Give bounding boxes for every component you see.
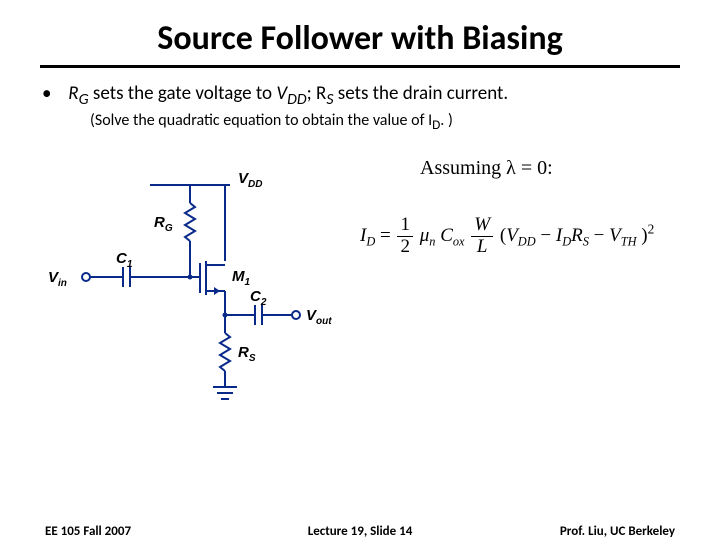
svg-text:RG: RG	[154, 214, 173, 234]
bullet-subnote: (Solve the quadratic equation to obtain …	[90, 111, 670, 133]
slide-title: Source Follower with Biasing	[0, 0, 720, 65]
svg-text:VDD: VDD	[238, 170, 262, 190]
bullet-1: RG sets the gate voltage to VDD; RS sets…	[50, 82, 670, 109]
content-area: VDD RG C1 Vin M1 C2 Vout RS Assuming λ =…	[0, 135, 720, 455]
divider	[40, 65, 680, 68]
assumption-text: Assuming λ = 0:	[420, 157, 553, 180]
bullet-list: RG sets the gate voltage to VDD; RS sets…	[50, 82, 670, 133]
svg-text:M1: M1	[232, 268, 251, 288]
svg-text:Vin: Vin	[48, 269, 67, 289]
drain-current-equation: ID = 12 μn Cox WL (VDD − IDRS − VTH )2	[360, 215, 654, 258]
svg-text:C1: C1	[116, 250, 133, 270]
svg-text:Vout: Vout	[306, 307, 332, 327]
svg-text:RS: RS	[238, 344, 256, 364]
footer-right: Prof. Liu, UC Berkeley	[560, 524, 675, 539]
svg-text:C2: C2	[250, 288, 267, 308]
circuit-diagram: VDD RG C1 Vin M1 C2 Vout RS	[30, 165, 340, 425]
